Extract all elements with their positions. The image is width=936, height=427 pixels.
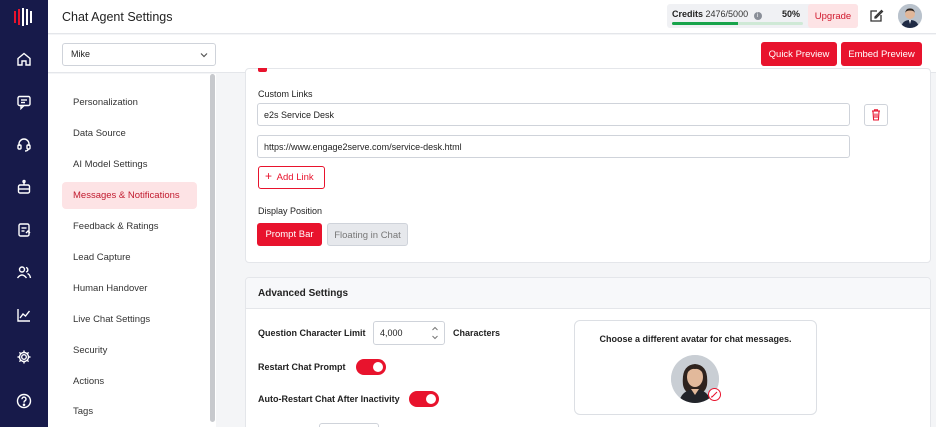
restart-chat-label: Restart Chat Prompt: [258, 362, 346, 372]
headset-icon[interactable]: [14, 134, 34, 154]
position-floating-button[interactable]: Floating in Chat: [327, 223, 408, 246]
nav-item-actions[interactable]: Actions: [62, 368, 197, 395]
users-icon[interactable]: [14, 262, 34, 282]
user-avatar[interactable]: [898, 4, 922, 28]
info-icon[interactable]: i: [753, 12, 762, 20]
home-icon[interactable]: [14, 49, 34, 69]
analytics-icon[interactable]: [14, 305, 34, 325]
custom-links-card: Custom Links e2s Service Desk https://ww…: [245, 68, 931, 263]
embed-preview-button[interactable]: Embed Preview: [841, 42, 922, 66]
nav-item-human-handover[interactable]: Human Handover: [62, 275, 197, 302]
inactivity-input[interactable]: [319, 423, 379, 427]
chat-icon[interactable]: [14, 92, 34, 112]
nav-item-feedback-ratings[interactable]: Feedback & Ratings: [62, 213, 197, 240]
chevron-down-icon: [200, 53, 208, 58]
credits-progress-bar: [672, 22, 803, 25]
advanced-settings-card: Advanced Settings Question Character Lim…: [245, 277, 931, 427]
nav-item-messages-notifications[interactable]: Messages & Notifications: [62, 182, 197, 209]
change-avatar-badge[interactable]: [708, 388, 721, 401]
auto-restart-toggle[interactable]: [409, 391, 439, 407]
nav-item-tags[interactable]: Tags: [62, 398, 197, 425]
nav-item-lead-capture[interactable]: Lead Capture: [62, 244, 197, 271]
bot-icon[interactable]: [14, 177, 34, 197]
plus-icon: +: [265, 169, 273, 183]
agent-select-value: Mike: [71, 49, 91, 59]
settings-gear-icon[interactable]: [14, 347, 34, 367]
credits-value: 2476/5000: [705, 9, 749, 19]
add-link-button[interactable]: + Add Link: [258, 166, 325, 189]
content-scrollbar[interactable]: [928, 262, 936, 274]
advanced-settings-title: Advanced Settings: [258, 288, 349, 299]
checkbox[interactable]: [258, 68, 267, 72]
icon-rail: [0, 0, 48, 427]
credits-percent: 50%: [782, 9, 801, 19]
char-limit-unit: Characters: [453, 328, 501, 338]
edit-icon[interactable]: [868, 8, 884, 24]
avatar-prompt: Choose a different avatar for chat messa…: [599, 334, 792, 344]
help-icon[interactable]: [14, 391, 34, 411]
nav-item-personalization[interactable]: Personalization: [62, 89, 197, 116]
app-header: Chat Agent Settings Credits 2476/5000 i …: [48, 0, 936, 34]
credits-label: Credits: [672, 9, 704, 19]
page-title: Chat Agent Settings: [62, 10, 173, 24]
auto-restart-label: Auto-Restart Chat After Inactivity: [258, 394, 400, 404]
brand-logo-icon: [14, 8, 32, 26]
nav-scrollbar[interactable]: [210, 74, 215, 422]
custom-links-heading: Custom Links: [258, 89, 313, 99]
add-link-label: Add Link: [276, 172, 314, 183]
link-name-input[interactable]: e2s Service Desk: [257, 103, 850, 126]
nav-item-security[interactable]: Security: [62, 337, 197, 364]
quick-preview-button[interactable]: Quick Preview: [761, 42, 837, 66]
delete-link-button[interactable]: [864, 104, 888, 126]
char-limit-label: Question Character Limit: [258, 328, 366, 338]
nav-item-data-source[interactable]: Data Source: [62, 120, 197, 147]
position-prompt-bar-button[interactable]: Prompt Bar: [257, 223, 322, 246]
restart-chat-toggle[interactable]: [356, 359, 386, 375]
upgrade-button[interactable]: Upgrade: [808, 4, 858, 28]
main-content: Custom Links e2s Service Desk https://ww…: [216, 68, 936, 427]
edit-pencil-icon: [711, 391, 718, 398]
notes-icon[interactable]: [14, 220, 34, 240]
link-url-input[interactable]: https://www.engage2serve.com/service-des…: [257, 135, 850, 158]
credits-progress-fill: [672, 22, 738, 25]
char-limit-value: 4,000: [380, 328, 403, 338]
agent-select[interactable]: Mike: [62, 43, 216, 66]
avatar-chooser[interactable]: Choose a different avatar for chat messa…: [574, 320, 817, 415]
nav-item-ai-model-settings[interactable]: AI Model Settings: [62, 151, 197, 178]
stepper-icon[interactable]: [431, 325, 439, 341]
trash-icon: [872, 109, 880, 121]
nav-item-live-chat-settings[interactable]: Live Chat Settings: [62, 306, 197, 333]
char-limit-input[interactable]: 4,000: [373, 321, 445, 345]
display-position-heading: Display Position: [258, 206, 323, 216]
settings-nav: Personalization Data Source AI Model Set…: [48, 74, 216, 427]
